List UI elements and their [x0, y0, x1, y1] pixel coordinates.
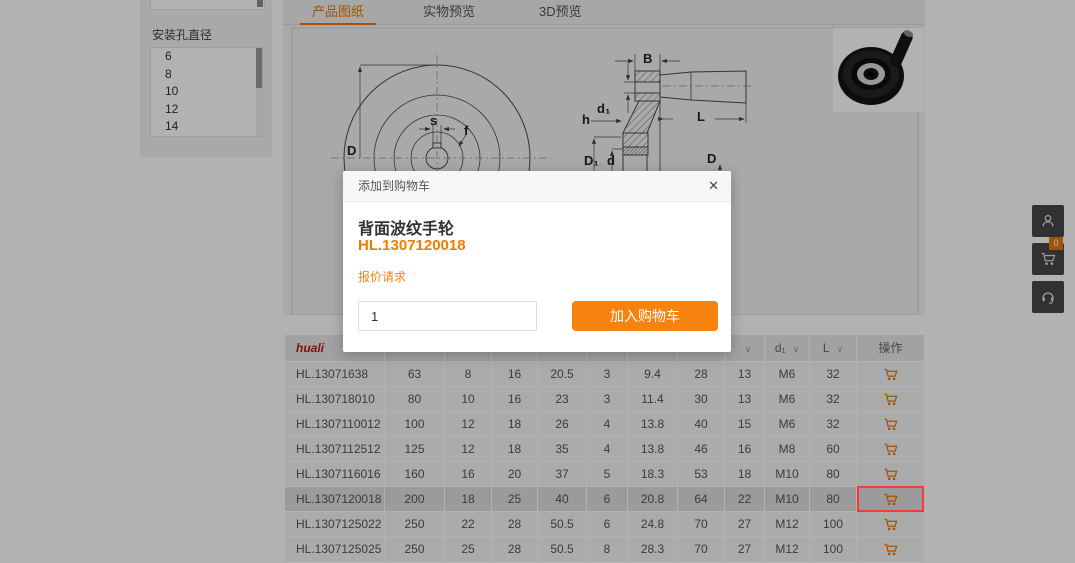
- modal-title: 添加到购物车: [358, 171, 430, 201]
- add-to-cart-modal: 添加到购物车 ✕ 背面波纹手轮 HL.1307120018 报价请求 加入购物车: [343, 171, 731, 352]
- product-name: 背面波纹手轮: [358, 215, 454, 239]
- product-code: HL.1307120018: [358, 237, 466, 254]
- quote-request-link[interactable]: 报价请求: [358, 268, 406, 285]
- close-icon[interactable]: ✕: [708, 171, 719, 201]
- add-to-cart-button[interactable]: 加入购物车: [572, 301, 718, 331]
- modal-header: 添加到购物车 ✕: [343, 171, 731, 202]
- quantity-input[interactable]: [358, 301, 537, 331]
